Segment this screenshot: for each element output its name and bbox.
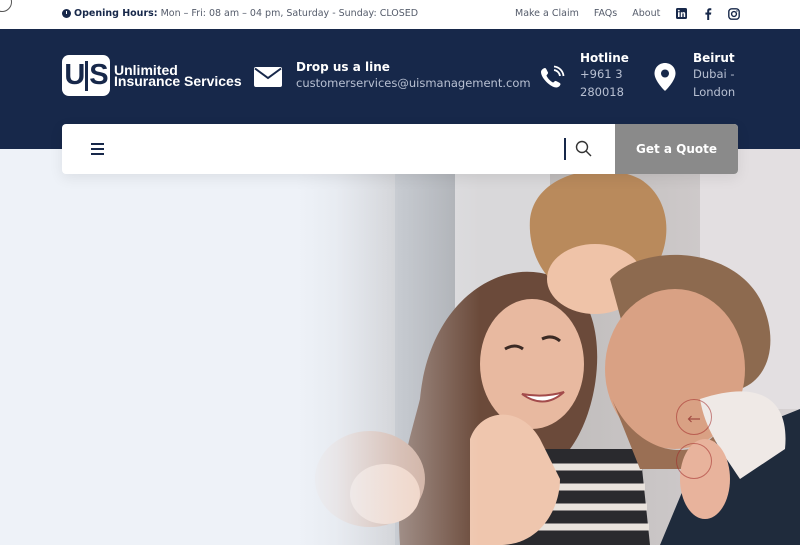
make-a-claim-link[interactable]: Make a Claim: [515, 8, 579, 19]
menu-search-bar: Get a Quote: [62, 124, 738, 174]
hotline-number-line-2[interactable]: 280018: [580, 83, 629, 101]
hero-section: [0, 149, 800, 545]
hotline-contact: Hotline +961 3 280018: [580, 51, 629, 101]
slider-next-button[interactable]: [676, 443, 712, 479]
logo-text: Unlimited Insurance Services: [114, 63, 242, 89]
hamburger-menu-icon[interactable]: [91, 143, 104, 155]
location-line-2: London: [693, 85, 736, 99]
email-address[interactable]: customerservices@uismanagement.com: [296, 74, 531, 92]
hotline-number-line-1[interactable]: +961 3: [580, 65, 629, 83]
email-title: Drop us a line: [296, 60, 390, 74]
location-contact: Beirut Dubai - London: [693, 51, 735, 101]
opening-hours-label: Opening Hours:: [74, 8, 158, 19]
facebook-icon[interactable]: [701, 7, 714, 20]
email-contact: Drop us a line customerservices@uismanag…: [296, 60, 531, 92]
location-title: Beirut: [693, 51, 735, 65]
hero-gradient-overlay: [0, 149, 800, 545]
phone-icon: [539, 65, 565, 95]
search-divider: [564, 138, 566, 160]
location-line-1: Dubai -: [693, 67, 735, 81]
location-pin-icon: [654, 63, 676, 95]
logo-mark: US: [62, 55, 110, 96]
about-link[interactable]: About: [632, 8, 660, 19]
faqs-link[interactable]: FAQs: [594, 8, 617, 19]
corner-circle-icon: [0, 0, 12, 12]
top-links: Make a Claim FAQs About: [515, 8, 675, 19]
top-bar: Opening Hours: Mon – Fri: 08 am – 04 pm,…: [0, 0, 800, 29]
linkedin-icon[interactable]: [675, 7, 688, 20]
clock-icon: [62, 9, 71, 18]
hotline-title: Hotline: [580, 51, 629, 65]
search-icon[interactable]: [575, 140, 592, 161]
logo-line-2: Insurance Services: [114, 72, 242, 89]
arrow-left-icon: [687, 408, 701, 427]
opening-hours: Opening Hours: Mon – Fri: 08 am – 04 pm,…: [62, 8, 418, 19]
instagram-icon[interactable]: [727, 7, 740, 20]
get-a-quote-button[interactable]: Get a Quote: [615, 124, 738, 174]
envelope-icon: [254, 67, 282, 91]
logo[interactable]: US Unlimited Insurance Services: [62, 55, 242, 96]
slider-prev-button[interactable]: [676, 399, 712, 435]
opening-hours-value: Mon – Fri: 08 am – 04 pm, Saturday - Sun…: [160, 8, 419, 19]
